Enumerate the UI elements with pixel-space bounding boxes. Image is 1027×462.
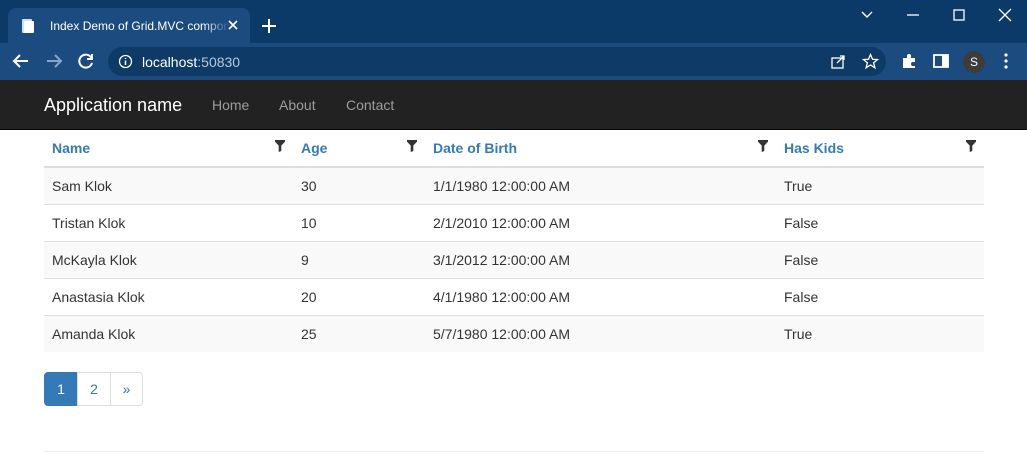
column-header-label[interactable]: Date of Birth — [433, 140, 517, 156]
maximize-icon[interactable] — [950, 8, 968, 22]
tab-title: Index Demo of Grid.MVC component — [50, 18, 230, 33]
nav-link-contact[interactable]: Contact — [346, 97, 394, 113]
side-panel-icon[interactable] — [932, 52, 950, 70]
footer-divider — [44, 451, 984, 452]
cell-has-kids: False — [776, 240, 984, 278]
cell-age: 30 — [293, 166, 425, 204]
browser-tab[interactable]: Index Demo of Grid.MVC component — [8, 8, 250, 43]
close-tab-icon[interactable] — [226, 18, 240, 32]
column-header-label[interactable]: Age — [301, 140, 327, 156]
new-tab-icon[interactable] — [260, 17, 278, 35]
close-window-icon[interactable] — [996, 8, 1014, 22]
data-grid: Name Age Date of Birth Has Kids Sam Klok… — [44, 130, 984, 352]
cell-has-kids: False — [776, 203, 984, 241]
cell-date-of-birth: 3/1/2012 12:00:00 AM — [425, 240, 776, 278]
cell-has-kids: True — [776, 314, 984, 352]
forward-arrow-icon[interactable] — [45, 52, 63, 70]
cell-age: 25 — [293, 314, 425, 352]
cell-name: McKayla Klok — [44, 240, 293, 278]
cell-name: Tristan Klok — [44, 203, 293, 241]
minimize-icon[interactable] — [904, 8, 922, 22]
cell-age: 10 — [293, 203, 425, 241]
table-row[interactable]: McKayla Klok 9 3/1/2012 12:00:00 AM Fals… — [44, 240, 984, 278]
back-arrow-icon[interactable] — [12, 52, 30, 70]
cell-name: Sam Klok — [44, 166, 293, 204]
filter-icon[interactable] — [407, 140, 417, 152]
cell-date-of-birth: 4/1/1980 12:00:00 AM — [425, 277, 776, 315]
share-icon[interactable] — [830, 53, 847, 70]
cell-date-of-birth: 1/1/1980 12:00:00 AM — [425, 166, 776, 204]
cell-age: 9 — [293, 240, 425, 278]
page-1-button[interactable]: 1 — [44, 372, 78, 406]
cell-date-of-birth: 2/1/2010 12:00:00 AM — [425, 203, 776, 241]
tab-search-chevron-icon[interactable] — [858, 8, 876, 22]
column-header-date-of-birth[interactable]: Date of Birth — [425, 130, 776, 168]
extensions-puzzle-icon[interactable] — [900, 52, 918, 70]
column-header-name[interactable]: Name — [44, 130, 293, 168]
reload-icon[interactable] — [77, 52, 95, 70]
filter-icon[interactable] — [758, 140, 768, 152]
nav-link-home[interactable]: Home — [212, 97, 249, 113]
column-header-has-kids[interactable]: Has Kids — [776, 130, 984, 168]
site-info-icon[interactable] — [118, 54, 133, 69]
cell-name: Anastasia Klok — [44, 277, 293, 315]
address-bar[interactable]: localhost:50830 — [108, 47, 886, 76]
column-header-label[interactable]: Name — [52, 140, 90, 156]
next-page-button[interactable]: » — [110, 372, 143, 406]
column-header-age[interactable]: Age — [293, 130, 425, 168]
cell-has-kids: True — [776, 166, 984, 204]
browser-toolbar: localhost:50830 — [0, 43, 1027, 80]
profile-avatar[interactable]: S — [963, 51, 985, 73]
table-row[interactable]: Anastasia Klok 20 4/1/1980 12:00:00 AM F… — [44, 277, 984, 315]
cell-name: Amanda Klok — [44, 314, 293, 352]
browser-titlebar: Index Demo of Grid.MVC component — [0, 0, 1027, 43]
menu-dots-icon[interactable] — [997, 52, 1015, 70]
document-icon — [22, 18, 34, 33]
column-header-label[interactable]: Has Kids — [784, 140, 844, 156]
grid-header-row: Name Age Date of Birth Has Kids — [44, 130, 984, 168]
brand-link[interactable]: Application name — [44, 95, 182, 116]
bookmark-star-icon[interactable] — [862, 53, 879, 70]
filter-icon[interactable] — [275, 140, 285, 152]
url-port: :50830 — [197, 54, 241, 70]
table-row[interactable]: Sam Klok 30 1/1/1980 12:00:00 AM True — [44, 166, 984, 204]
nav-link-about[interactable]: About — [279, 97, 316, 113]
pagination: 1 2 » — [44, 372, 143, 406]
url-host: localhost — [142, 54, 198, 70]
app-navbar: Application name Home About Contact — [0, 80, 1027, 130]
grid-table: Name Age Date of Birth Has Kids Sam Klok… — [44, 130, 984, 352]
cell-date-of-birth: 5/7/1980 12:00:00 AM — [425, 314, 776, 352]
page-2-button[interactable]: 2 — [77, 372, 111, 406]
table-row[interactable]: Tristan Klok 10 2/1/2010 12:00:00 AM Fal… — [44, 203, 984, 241]
cell-age: 20 — [293, 277, 425, 315]
table-row[interactable]: Amanda Klok 25 5/7/1980 12:00:00 AM True — [44, 314, 984, 352]
url-text: localhost:50830 — [142, 54, 240, 70]
filter-icon[interactable] — [966, 140, 976, 152]
cell-has-kids: False — [776, 277, 984, 315]
